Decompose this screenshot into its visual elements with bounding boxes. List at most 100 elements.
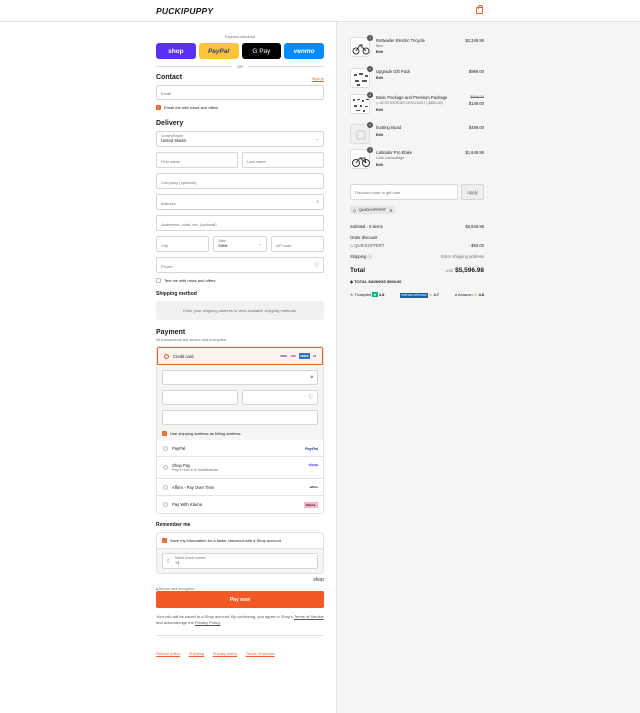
apartment-field[interactable]: Apartment, suite, etc. (optional) bbox=[156, 215, 324, 231]
shop-logo: shop bbox=[313, 577, 324, 583]
last-name-field[interactable]: Last name bbox=[242, 152, 324, 168]
contact-heading: Contact bbox=[156, 74, 183, 81]
sign-in-link[interactable]: Sign in bbox=[312, 76, 324, 81]
star-icon: ★ bbox=[372, 292, 378, 297]
text-news-checkbox[interactable] bbox=[156, 278, 161, 283]
apply-button[interactable]: Apply bbox=[461, 184, 484, 200]
terms-of-service-link[interactable]: Terms of service bbox=[246, 651, 275, 656]
save-info-checkbox[interactable]: ✓ bbox=[162, 538, 167, 543]
remove-icon[interactable]: ✕ bbox=[389, 208, 392, 213]
quantity-badge: 1 bbox=[367, 147, 373, 153]
phone-field[interactable]: Phone ⓘ bbox=[156, 257, 324, 273]
discount-input[interactable]: Discount code or gift card bbox=[350, 184, 458, 200]
help-icon[interactable]: ⓘ bbox=[309, 394, 314, 400]
save-info-label: Save my information for a faster checkou… bbox=[170, 538, 281, 543]
edit-link[interactable]: Edit bbox=[376, 76, 383, 80]
google-pay-button[interactable]: G Pay bbox=[241, 43, 282, 59]
billing-checkbox[interactable]: ✓ bbox=[162, 431, 167, 436]
klarna-radio[interactable] bbox=[163, 502, 168, 507]
klarna-option[interactable]: Pay With Klarna Klarna. bbox=[157, 496, 323, 513]
edit-link[interactable]: Edit bbox=[376, 133, 383, 137]
savings-value: $900.00 bbox=[387, 279, 402, 284]
chevron-down-icon: ⌄ bbox=[258, 241, 262, 246]
credit-card-radio[interactable] bbox=[164, 353, 169, 359]
payment-methods: Credit card VISA MC AMEX +5 🔒︎ ⓘ ✓ Use sh… bbox=[156, 346, 324, 514]
venmo-button[interactable]: venmo bbox=[284, 43, 324, 59]
shipping-value: Enter shipping address bbox=[441, 254, 484, 259]
zip-field[interactable]: ZIP code bbox=[270, 236, 324, 252]
discount-amount: - $50.00 bbox=[468, 243, 484, 248]
item-price: $499.00 bbox=[468, 125, 484, 130]
affirm-icon: affirm bbox=[309, 485, 318, 489]
shipping-link[interactable]: Shipping bbox=[189, 651, 205, 656]
edit-link[interactable]: Edit bbox=[376, 163, 383, 167]
chevron-down-icon: ⌄ bbox=[315, 136, 319, 141]
shipping-heading: Shipping method bbox=[156, 291, 197, 297]
cart-item: 1 Labrador Pro Ebike Lime Camouflage Edi… bbox=[350, 147, 484, 171]
brand-logo[interactable]: PUCKIPUPPY bbox=[156, 6, 213, 16]
affirm-option[interactable]: Affirm - Pay Over Time affirm bbox=[157, 479, 323, 496]
total-row: Total USD $5,596.98 bbox=[350, 267, 484, 274]
edit-link[interactable]: Edit bbox=[376, 50, 383, 54]
credit-card-option[interactable]: Credit card VISA MC AMEX +5 bbox=[157, 347, 323, 365]
shop-pay-button[interactable]: shop bbox=[156, 43, 196, 59]
privacy-link[interactable]: Privacy Policy. bbox=[195, 620, 221, 625]
subtotal-label: Subtotal · 5 items bbox=[350, 224, 383, 229]
payment-heading: Payment bbox=[156, 329, 186, 336]
refund-policy-link[interactable]: Refund policy bbox=[156, 651, 180, 656]
summary-code: QUICKOFFERT bbox=[354, 243, 385, 248]
paypal-button[interactable]: PayPal bbox=[198, 43, 239, 59]
security-code-field[interactable]: ⓘ bbox=[242, 390, 318, 405]
legal-mid: and acknowledge the bbox=[156, 620, 194, 625]
total-label: Total bbox=[350, 267, 366, 274]
name-on-card-field[interactable] bbox=[162, 410, 318, 425]
subtotal-value: $5,646.98 bbox=[465, 224, 484, 229]
shopper-approved-score: 4.7 bbox=[433, 292, 440, 297]
trustpilot-label: Trustpilot bbox=[354, 292, 371, 297]
search-icon: ⌕ bbox=[316, 199, 319, 205]
city-field[interactable]: City bbox=[156, 236, 210, 252]
mobile-value: +1 bbox=[175, 560, 180, 565]
first-name-field[interactable]: First name bbox=[156, 152, 238, 168]
paypal-option[interactable]: PayPal PayPal bbox=[157, 440, 323, 457]
trustpilot-score: 4.8 bbox=[378, 292, 385, 297]
order-discount-label: Order discount bbox=[350, 235, 378, 240]
paypal-radio[interactable] bbox=[163, 445, 168, 451]
savings-label: TOTAL SAVINGS bbox=[354, 279, 386, 284]
country-select[interactable]: Country/Region United States ⌄ bbox=[156, 131, 324, 147]
cart-item: 1 Basic Package and Premium Package ◇ AC… bbox=[350, 92, 484, 116]
shop-pay-option[interactable]: Shop Pay Pay in full or in installments s… bbox=[157, 457, 323, 479]
secure-label: Secure and encrypted bbox=[158, 587, 195, 591]
klarna-label: Pay With Klarna bbox=[172, 502, 203, 507]
pay-now-button[interactable]: Pay now bbox=[156, 591, 324, 608]
star-icon: ★ bbox=[428, 292, 433, 297]
quantity-badge: 1 bbox=[367, 122, 373, 128]
quantity-badge: 1 bbox=[367, 92, 373, 98]
state-select[interactable]: State Iowa ⌄ bbox=[213, 236, 267, 252]
item-price: $149.00 bbox=[468, 101, 484, 106]
news-checkbox[interactable]: ✓ bbox=[156, 105, 161, 110]
billing-label: Use shipping address as billing address bbox=[170, 431, 241, 436]
email-field[interactable]: Email bbox=[156, 85, 324, 100]
privacy-policy-link[interactable]: Privacy policy bbox=[213, 651, 237, 656]
item-discount: ◇ ACCESSORIES DISCOUNT (-$850.00) bbox=[376, 101, 443, 105]
discount-tag: ◇ QUICKOFFERT ✕ bbox=[350, 206, 396, 214]
shop-pay-radio[interactable] bbox=[163, 465, 168, 470]
cart-bag-icon[interactable] bbox=[476, 5, 483, 14]
terms-link[interactable]: Terms of Service bbox=[294, 614, 324, 619]
help-icon[interactable]: ⓘ bbox=[315, 262, 320, 268]
text-news-label: Text me with news and offers bbox=[164, 278, 216, 283]
savings-row: ◈ TOTAL SAVINGS $900.00 bbox=[350, 279, 484, 284]
company-field[interactable]: Company (optional) bbox=[156, 173, 324, 189]
expiration-field[interactable] bbox=[162, 390, 238, 405]
amazon-label: Amazon bbox=[457, 292, 473, 297]
help-icon[interactable]: ⓘ bbox=[367, 254, 371, 259]
affirm-radio[interactable] bbox=[163, 484, 168, 490]
header: PUCKIPUPPY bbox=[0, 0, 640, 22]
trustpilot-rating: ★ Trustpilot ★ 4.8 bbox=[350, 292, 384, 297]
edit-link[interactable]: Edit bbox=[376, 108, 383, 112]
address-field[interactable]: Address ⌕ bbox=[156, 194, 324, 210]
card-number-field[interactable]: 🔒︎ bbox=[162, 370, 318, 385]
mobile-phone-field[interactable]: ▯ Mobile phone number +1 bbox=[162, 553, 318, 569]
address-placeholder: Address bbox=[161, 200, 176, 206]
